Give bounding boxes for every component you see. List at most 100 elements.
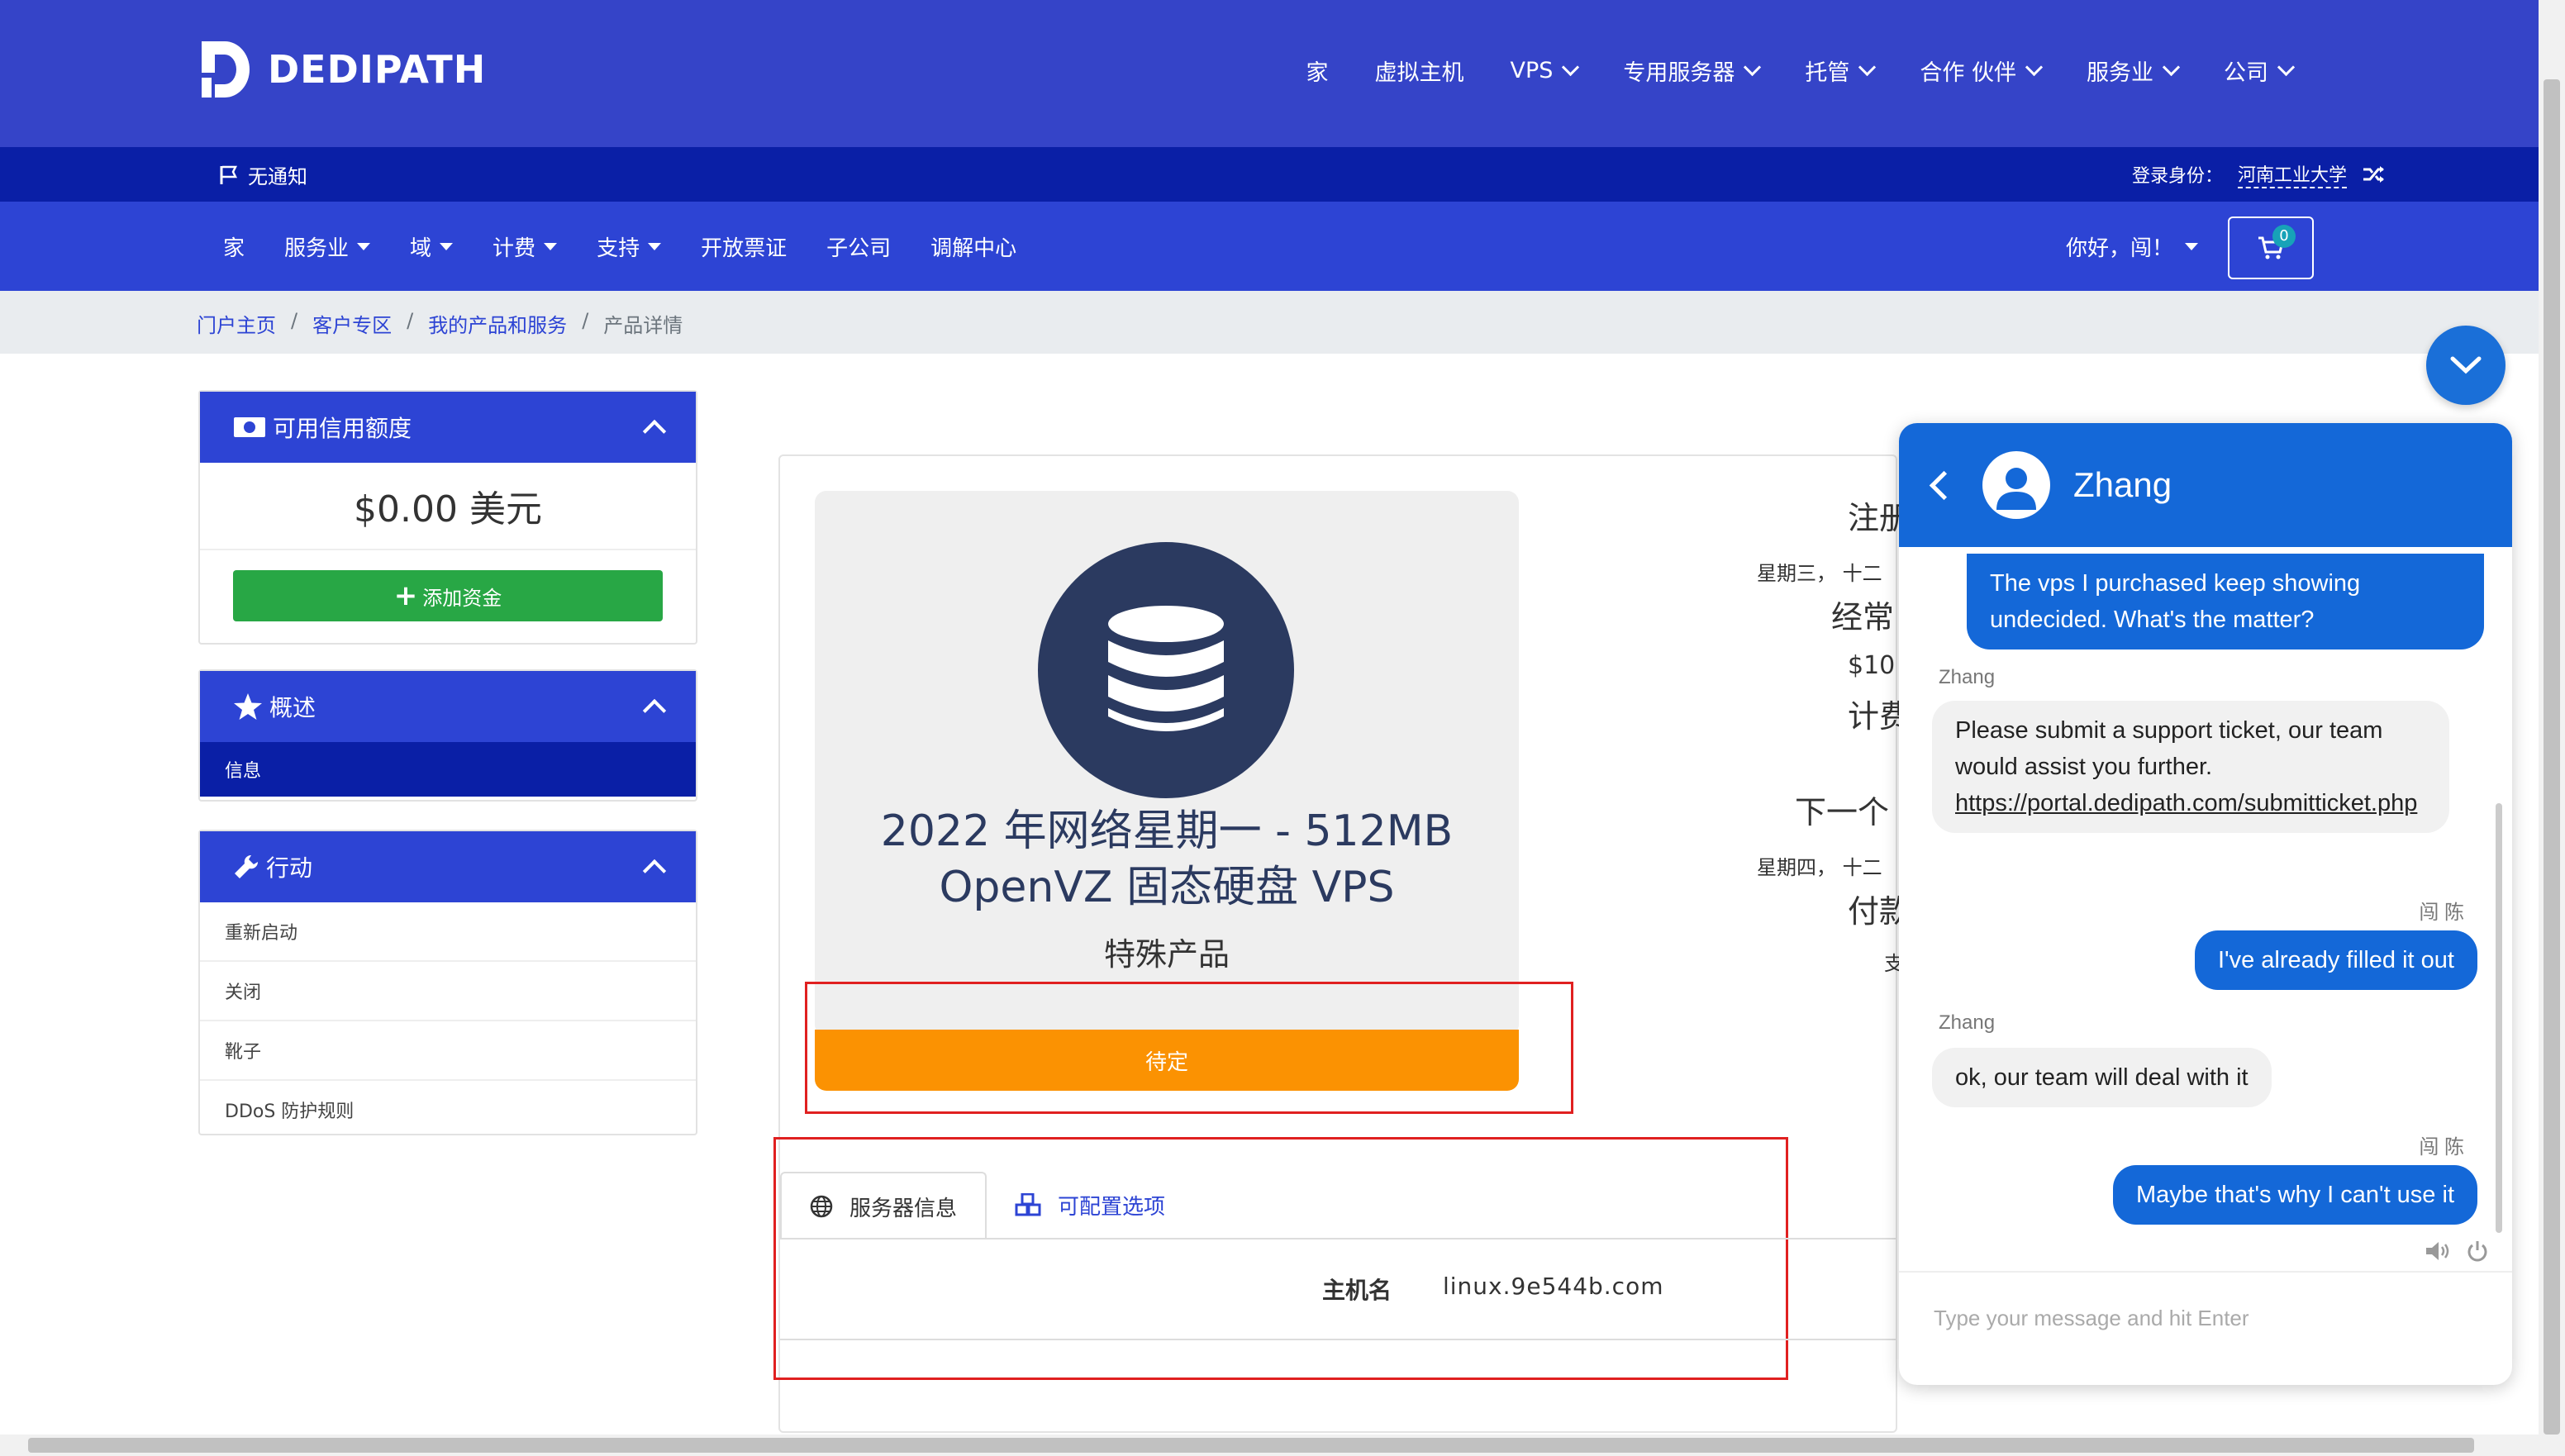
subnav-open-ticket[interactable]: 开放票证 [701, 231, 787, 262]
chat-message-received: ok, our team will deal with it [1932, 1048, 2272, 1107]
credit-amount: $0.00 美元 [200, 463, 696, 550]
cart-count-badge: 0 [2272, 225, 2296, 248]
nav-label: VPS [1510, 58, 1554, 83]
nav-virtual-hosting[interactable]: 虚拟主机 [1375, 55, 1464, 87]
subnav-home[interactable]: 家 [223, 231, 245, 262]
chat-message-sent: The vps I purchased keep showing undecid… [1967, 554, 2484, 649]
nav-label: 虚拟主机 [1374, 60, 1464, 86]
tab-server-info-label: 服务器信息 [849, 1196, 958, 1221]
login-as: 登录身份： 河南工业大学 [2132, 160, 2387, 188]
notifications-link[interactable]: 无通知 [218, 160, 307, 189]
subnav-affiliates[interactable]: 子公司 [826, 231, 891, 262]
product-title-line2: OpenVZ 固态硬盘 VPS [939, 863, 1395, 912]
nav-label: 托管 [1805, 60, 1850, 86]
subnav-billing[interactable]: 计费 [493, 231, 558, 262]
client-nav-items: 家 服务业 域 计费 支持 开放票证 子公司 调解中心 [223, 231, 1016, 262]
chat-message-sent: Maybe that's why I can't use it [2112, 1165, 2477, 1225]
next-due-date-value: 星期四， 十二 [1757, 856, 1882, 879]
tab-configurable-options[interactable]: 可配置选项 [987, 1172, 1193, 1238]
breadcrumb: 门户主页 / 客户专区 / 我的产品和服务 / 产品详情 [197, 309, 683, 338]
product-icon-circle [1038, 542, 1294, 798]
action-boot[interactable]: 靴子 [200, 1021, 696, 1081]
add-funds-button[interactable]: + 添加资金 [233, 570, 663, 621]
product-title: 2022 年网络星期一 - 512MB OpenVZ 固态硬盘 VPS [815, 803, 1519, 916]
actions-panel-header[interactable]: 行动 [200, 831, 696, 902]
nav-dedicated-servers[interactable]: 专用服务器 [1623, 55, 1762, 87]
chat-sender-name: 闯 陈 [2419, 1136, 2464, 1159]
breadcrumb-portal-home[interactable]: 门户主页 [197, 309, 276, 338]
subnav-support[interactable]: 支持 [597, 231, 662, 262]
chat-message-sent: I've already filled it out [2194, 930, 2477, 990]
nav-colocation[interactable]: 托管 [1805, 55, 1877, 87]
chat-scrollbar[interactable] [2496, 803, 2502, 1233]
sound-icon[interactable] [2425, 1240, 2453, 1263]
account-menu[interactable]: 你好，闯！ [2066, 231, 2199, 262]
subnav-domains[interactable]: 域 [410, 231, 454, 262]
nav-label: 公司 [2224, 60, 2268, 86]
nav-services[interactable]: 服务业 [2087, 55, 2181, 87]
row-divider [780, 1339, 1896, 1340]
back-arrow-icon[interactable] [1929, 470, 1959, 500]
overview-item-information[interactable]: 信息 [200, 742, 696, 797]
cubes-icon [1015, 1193, 1041, 1216]
nav-label: 服务业 [2087, 60, 2153, 86]
page-vertical-scroll-thumb[interactable] [2544, 79, 2560, 1435]
chevron-down-icon [2277, 58, 2296, 77]
overview-panel-header[interactable]: 概述 [200, 671, 696, 742]
action-ddos-rules[interactable]: DDoS 防护规则 [200, 1081, 696, 1139]
plus-icon: + [393, 579, 418, 612]
caret-down-icon [648, 243, 662, 250]
nav-vps[interactable]: VPS [1510, 55, 1580, 87]
chat-message-input[interactable]: Type your message and hit Enter [1899, 1271, 2512, 1385]
product-group: 特殊产品 [1103, 936, 1230, 973]
database-icon [1108, 606, 1224, 731]
star-icon [234, 693, 262, 720]
add-funds-label: 添加资金 [422, 586, 502, 610]
registration-date-value: 星期三， 十二 [1757, 562, 1882, 585]
action-shutdown[interactable]: 关闭 [200, 962, 696, 1021]
globe-icon [810, 1195, 833, 1218]
chevron-down-icon [1562, 58, 1580, 77]
tab-server-info[interactable]: 服务器信息 [780, 1172, 987, 1240]
cart-button[interactable]: 0 [2228, 216, 2314, 279]
nav-company[interactable]: 公司 [2224, 55, 2296, 87]
logo-mark-icon [202, 41, 250, 98]
greeting-label: 你好，闯！ [2066, 236, 2174, 261]
subnav-services[interactable]: 服务业 [284, 231, 371, 262]
nav-home[interactable]: 家 [1306, 55, 1329, 87]
credit-panel-header[interactable]: 可用信用额度 [200, 392, 696, 463]
credit-panel-title: 可用信用额度 [273, 415, 412, 442]
subnav-label: 开放票证 [701, 236, 788, 261]
highlight-box-status [805, 982, 1573, 1114]
collapse-chevron-icon[interactable] [642, 419, 667, 444]
overview-panel: 概述 信息 [198, 669, 697, 802]
action-reboot[interactable]: 重新启动 [200, 902, 696, 962]
product-title-line1: 2022 年网络星期一 - 512MB [880, 807, 1454, 856]
nav-partners[interactable]: 合作 伙伴 [1920, 55, 2044, 87]
ticket-link[interactable]: https://portal.dedipath.com/submitticket… [1955, 785, 2426, 821]
agent-avatar [1982, 451, 2050, 519]
power-icon[interactable] [2466, 1240, 2489, 1263]
breadcrumb-my-products[interactable]: 我的产品和服务 [428, 309, 567, 338]
overview-panel-title: 概述 [269, 694, 316, 721]
page-horizontal-scroll-thumb[interactable] [28, 1438, 2474, 1453]
collapse-chevron-icon[interactable] [642, 698, 667, 723]
breadcrumb-client-area[interactable]: 客户专区 [312, 309, 392, 338]
brand-logo[interactable]: DEDIPATH [197, 36, 486, 102]
nav-label: 家 [1306, 60, 1329, 86]
subnav-label: 计费 [493, 236, 536, 261]
chat-input-placeholder: Type your message and hit Enter [1934, 1306, 2249, 1330]
caret-down-icon [440, 243, 454, 250]
shuffle-icon[interactable] [2362, 164, 2387, 184]
live-chat-window: Zhang The vps I purchased keep showing u… [1899, 423, 2512, 1385]
chat-message-text: Please submit a support ticket, our team… [1955, 717, 2383, 780]
user-icon [1996, 468, 2036, 510]
collapse-chevron-icon[interactable] [642, 859, 667, 883]
login-user-link[interactable]: 河南工业大学 [2237, 160, 2347, 188]
subnav-label: 支持 [597, 236, 640, 261]
chat-minimize-button[interactable] [2426, 326, 2506, 405]
subnav-mediation[interactable]: 调解中心 [930, 231, 1016, 262]
next-due-date-label: 下一个 [1795, 794, 1890, 830]
chevron-down-icon [2162, 58, 2181, 77]
brand-name: DEDIPATH [268, 47, 487, 92]
